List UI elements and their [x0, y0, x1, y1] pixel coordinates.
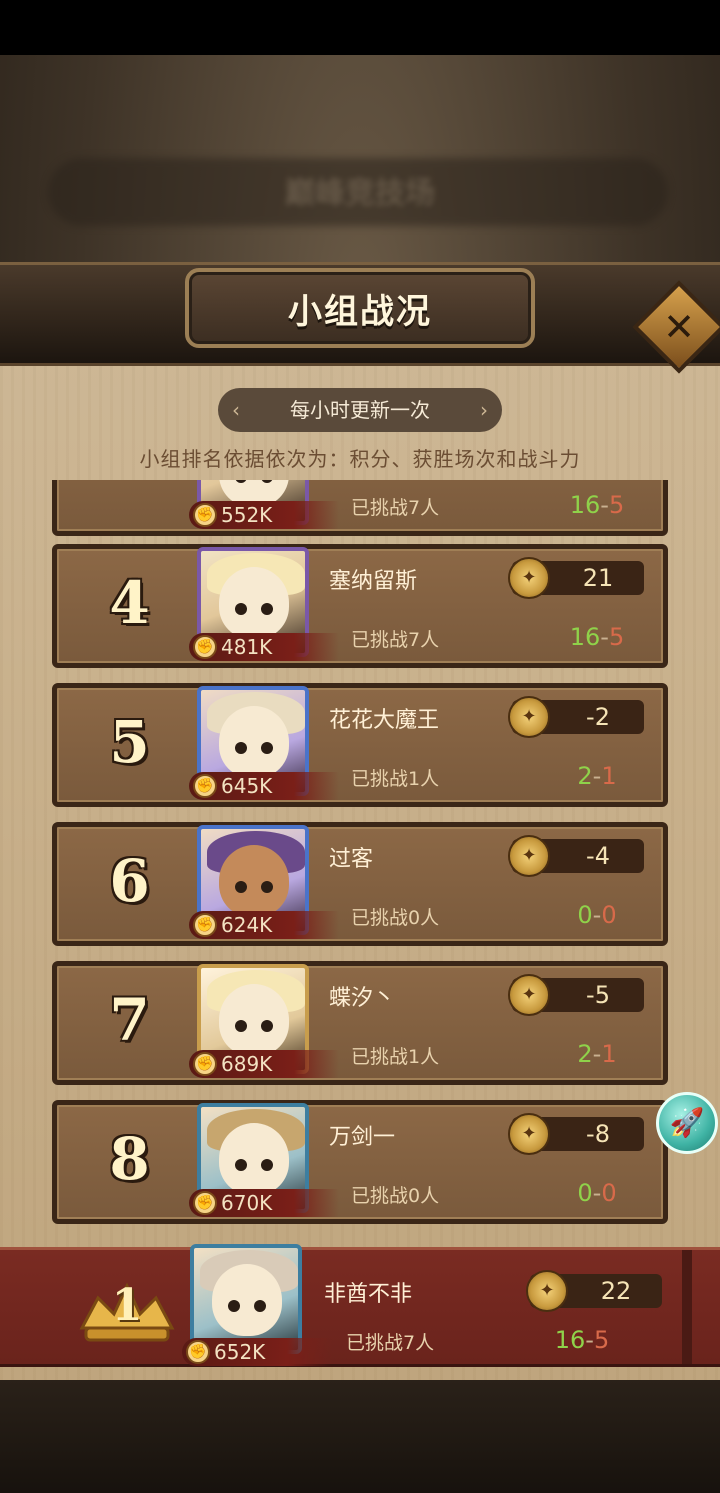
ranking-list[interactable]: ✊ 552K 已挑战7人 16-5 4 ✊ 481K 塞纳留斯 已挑战7人 ✦ …	[0, 480, 720, 1240]
power-value: 689K	[221, 1052, 273, 1076]
player-name: 蝶汐丶	[329, 986, 396, 1011]
power-value: 624K	[221, 913, 273, 937]
challenged-count: 已挑战7人	[351, 497, 440, 519]
row-edge	[682, 1250, 692, 1364]
medal-icon: ✦	[508, 1113, 550, 1155]
fist-icon: ✊	[193, 1191, 217, 1215]
score-box: ✦ 21	[508, 557, 644, 599]
power-value: 670K	[221, 1191, 273, 1215]
power-value: 481K	[221, 635, 273, 659]
score-box: ✦ 22	[526, 1270, 662, 1312]
win-loss-record: 16-5	[569, 623, 625, 651]
challenged-count: 已挑战0人	[351, 907, 440, 929]
my-ranking-row[interactable]: 1 ✊ 652K 非酋不非 已挑战7人 ✦ 22 16-5	[0, 1244, 720, 1367]
power-badge: ✊ 645K	[189, 772, 339, 800]
player-name: 万剑一	[329, 1125, 396, 1150]
power-badge: ✊ 552K	[189, 501, 339, 529]
score-value: -4	[586, 842, 610, 870]
rank-number: 5	[109, 708, 150, 776]
score-value: -2	[586, 703, 610, 731]
ranking-row[interactable]: ✊ 552K 已挑战7人 16-5	[52, 480, 668, 536]
medal-icon: ✦	[526, 1270, 568, 1312]
fist-icon: ✊	[193, 503, 217, 527]
power-badge: ✊ 689K	[189, 1050, 339, 1078]
win-loss-record: 16-5	[569, 491, 625, 519]
score-box: ✦ -5	[508, 974, 644, 1016]
rank-number: 6	[109, 847, 150, 915]
score-box: ✦ -4	[508, 835, 644, 877]
background-title: 巅峰竞技场	[285, 176, 435, 211]
challenged-count: 已挑战1人	[351, 768, 440, 790]
rocket-icon[interactable]: 🚀	[656, 1092, 718, 1154]
win-loss-record: 16-5	[554, 1326, 610, 1354]
score-value: -5	[586, 981, 610, 1009]
fist-icon: ✊	[193, 774, 217, 798]
fist-icon: ✊	[193, 635, 217, 659]
win-loss-record: 0-0	[577, 901, 617, 929]
score-box: ✦ -2	[508, 696, 644, 738]
bottom-area	[0, 1380, 720, 1493]
player-name: 过客	[329, 847, 374, 872]
fist-icon: ✊	[186, 1340, 210, 1364]
update-notice: ‹ 每小时更新一次 ›	[218, 388, 502, 432]
challenged-count: 已挑战7人	[351, 629, 440, 651]
medal-icon: ✦	[508, 696, 550, 738]
win-loss-record: 0-0	[577, 1179, 617, 1207]
score-value: -8	[586, 1120, 610, 1148]
score-box: ✦ -8	[508, 1113, 644, 1155]
win-loss-record: 2-1	[577, 762, 617, 790]
rank-number: 7	[109, 986, 150, 1054]
power-badge: ✊ 481K	[189, 633, 339, 661]
rank-number: 4	[109, 569, 150, 637]
fist-icon: ✊	[193, 913, 217, 937]
ranking-rule-text: 小组排名依据依次为：积分、获胜场次和战斗力	[139, 447, 581, 471]
score-value: 22	[600, 1277, 632, 1305]
close-icon[interactable]: ✕	[646, 296, 712, 362]
challenged-count: 已挑战1人	[351, 1046, 440, 1068]
page-title: 小组战况	[288, 292, 432, 332]
ranking-row[interactable]: 7 ✊ 689K 蝶汐丶 已挑战1人 ✦ -5 2-1	[52, 961, 668, 1085]
player-name: 塞纳留斯	[329, 569, 418, 594]
my-rank-number: 1	[111, 1280, 143, 1331]
power-value: 552K	[221, 503, 273, 527]
my-player-name: 非酋不非	[324, 1282, 413, 1307]
medal-icon: ✦	[508, 835, 550, 877]
challenged-count: 已挑战0人	[351, 1185, 440, 1207]
chevron-right-icon: ›	[480, 398, 488, 422]
score-value: 21	[582, 564, 614, 592]
challenged-count: 已挑战7人	[346, 1332, 435, 1354]
rank-number: 8	[109, 1125, 150, 1193]
power-badge: ✊ 624K	[189, 911, 339, 939]
power-badge: ✊ 670K	[189, 1189, 339, 1217]
power-value: 652K	[214, 1340, 266, 1364]
win-loss-record: 2-1	[577, 1040, 617, 1068]
fist-icon: ✊	[193, 1052, 217, 1076]
ranking-row[interactable]: 6 ✊ 624K 过客 已挑战0人 ✦ -4 0-0	[52, 822, 668, 946]
medal-icon: ✦	[508, 974, 550, 1016]
chevron-left-icon: ‹	[232, 398, 240, 422]
status-bar	[0, 0, 720, 55]
power-value: 645K	[221, 774, 273, 798]
ranking-row[interactable]: 8 ✊ 670K 万剑一 已挑战0人 ✦ -8 0-0	[52, 1100, 668, 1224]
player-name: 花花大魔王	[329, 708, 440, 733]
medal-icon: ✦	[508, 557, 550, 599]
update-text: 每小时更新一次	[290, 398, 430, 422]
power-badge: ✊ 652K	[182, 1338, 332, 1366]
ranking-row[interactable]: 5 ✊ 645K 花花大魔王 已挑战1人 ✦ -2 2-1	[52, 683, 668, 807]
ranking-row[interactable]: 4 ✊ 481K 塞纳留斯 已挑战7人 ✦ 21 16-5	[52, 544, 668, 668]
